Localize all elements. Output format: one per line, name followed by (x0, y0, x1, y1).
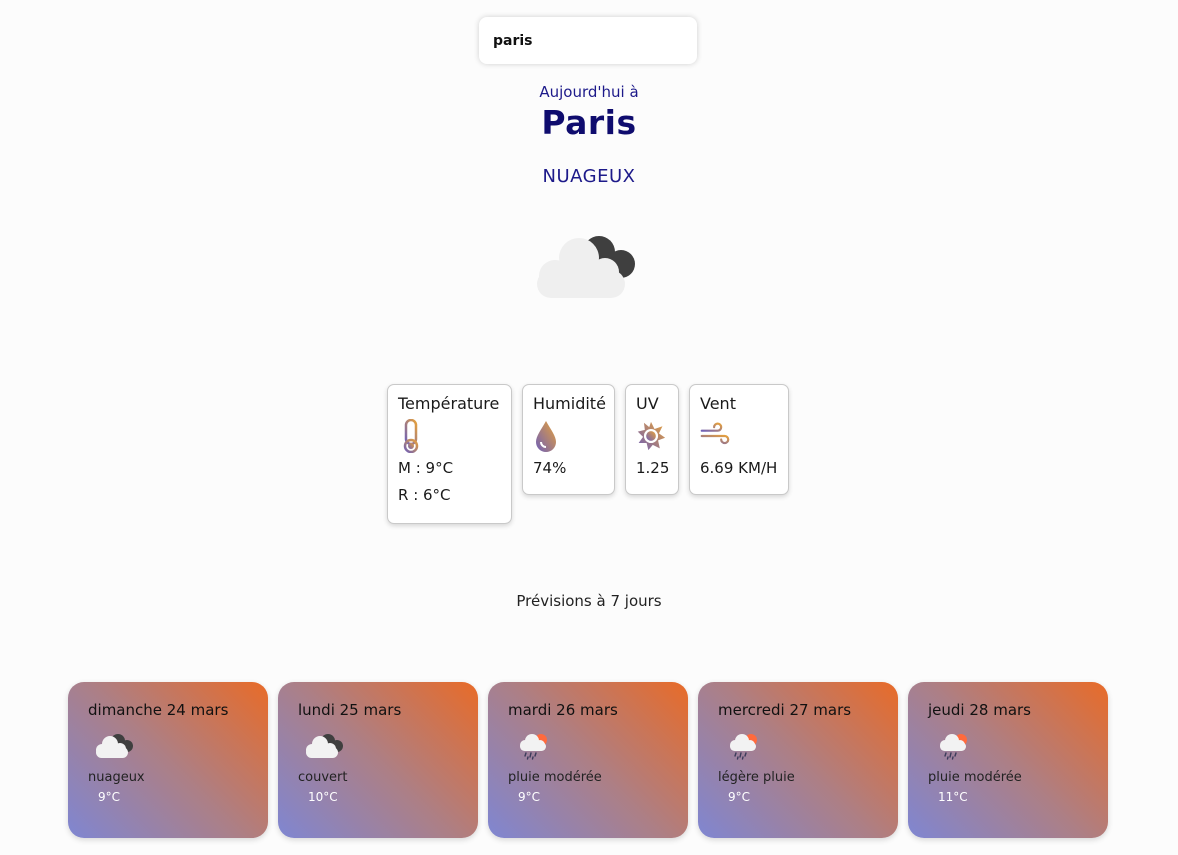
forecast-description: pluie modérée (928, 770, 1022, 785)
sun-icon (637, 421, 666, 451)
forecast-day-card: jeudi 28 mars pluie modérée 11°C (908, 682, 1108, 838)
forecast-date: mercredi 27 mars (718, 701, 852, 719)
rain-icon (940, 734, 967, 760)
wind-card: Vent 6.69 KM/H (689, 384, 789, 495)
forecast-temperature: 9°C (728, 790, 751, 804)
wind-value: 6.69 KM/H (700, 459, 778, 477)
forecast-date: dimanche 24 mars (88, 701, 229, 719)
temperature-max: M : 9°C (398, 459, 454, 477)
forecast-title: Prévisions à 7 jours (516, 592, 662, 610)
uv-title: UV (636, 394, 659, 413)
cloudy-icon (96, 734, 133, 758)
forecast-description: couvert (298, 770, 348, 785)
forecast-date: lundi 25 mars (298, 701, 402, 719)
temperature-feels: R : 6°C (398, 486, 451, 504)
temperature-title: Température (398, 394, 500, 413)
temperature-card: Température M : 9°C R : 6°C (387, 384, 512, 524)
forecast-temperature: 10°C (308, 790, 338, 804)
current-condition: NUAGEUX (542, 166, 636, 187)
forecast-temperature: 9°C (98, 790, 121, 804)
uv-value: 1.25 (636, 459, 670, 477)
rain-icon (730, 734, 757, 760)
thermometer-icon (403, 419, 419, 453)
cloudy-icon (306, 734, 343, 758)
humidity-value: 74% (533, 459, 567, 477)
forecast-temperature: 9°C (518, 790, 541, 804)
forecast-temperature: 11°C (938, 790, 968, 804)
forecast-day-card: dimanche 24 mars nuageux 9°C (68, 682, 268, 838)
uv-card: UV 1.25 (625, 384, 679, 495)
forecast-description: pluie modérée (508, 770, 602, 785)
search-input[interactable] (479, 17, 697, 64)
humidity-title: Humidité (533, 394, 606, 413)
cloudy-icon (537, 236, 635, 298)
city-name: Paris (541, 103, 637, 142)
forecast-date: jeudi 28 mars (928, 701, 1032, 719)
rain-icon (520, 734, 547, 760)
forecast-day-card: mardi 26 mars pluie modérée 9°C (488, 682, 688, 838)
wind-icon (700, 422, 730, 448)
wind-title: Vent (700, 394, 736, 413)
humidity-card: Humidité 74% (522, 384, 615, 495)
forecast-date: mardi 26 mars (508, 701, 618, 719)
droplet-icon (536, 421, 556, 452)
forecast-day-card: lundi 25 mars couvert 10°C (278, 682, 478, 838)
today-label: Aujourd'hui à (539, 83, 639, 101)
forecast-day-card: mercredi 27 mars légère pluie 9°C (698, 682, 898, 838)
forecast-description: nuageux (88, 770, 145, 785)
forecast-description: légère pluie (718, 770, 795, 785)
